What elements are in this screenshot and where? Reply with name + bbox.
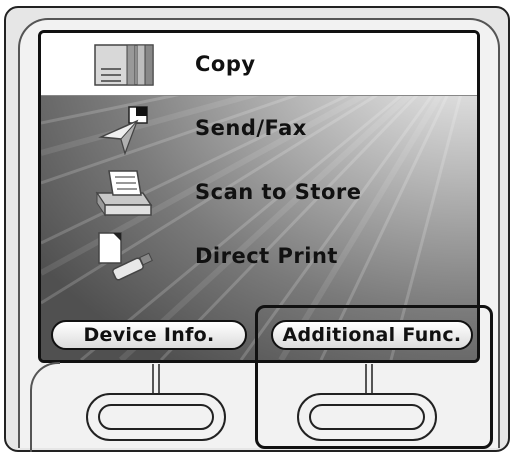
- menu-item-label: Direct Print: [195, 244, 338, 268]
- menu-item-label: Copy: [195, 52, 256, 76]
- menu-item-label: Scan to Store: [195, 180, 362, 204]
- send-fax-icon: [98, 106, 148, 155]
- menu-item-scan-to-store[interactable]: Scan to Store: [41, 161, 477, 223]
- menu-item-send-fax[interactable]: Send/Fax: [41, 97, 477, 159]
- menu-item-copy[interactable]: Copy: [41, 33, 477, 96]
- direct-print-icon: [98, 232, 153, 281]
- right-hardware-button[interactable]: [297, 393, 437, 441]
- copy-icon: [94, 44, 154, 86]
- additional-func-button[interactable]: Additional Func.: [271, 320, 473, 350]
- menu-item-direct-print[interactable]: Direct Print: [41, 225, 477, 287]
- touch-screen: Copy Send/Fax Scan to Store Direct Print…: [38, 30, 480, 363]
- left-hardware-button[interactable]: [86, 393, 226, 441]
- scan-to-store-icon: [95, 170, 153, 217]
- bezel-curve: [30, 362, 60, 452]
- menu-item-label: Send/Fax: [195, 116, 307, 140]
- device-info-button[interactable]: Device Info.: [51, 320, 247, 350]
